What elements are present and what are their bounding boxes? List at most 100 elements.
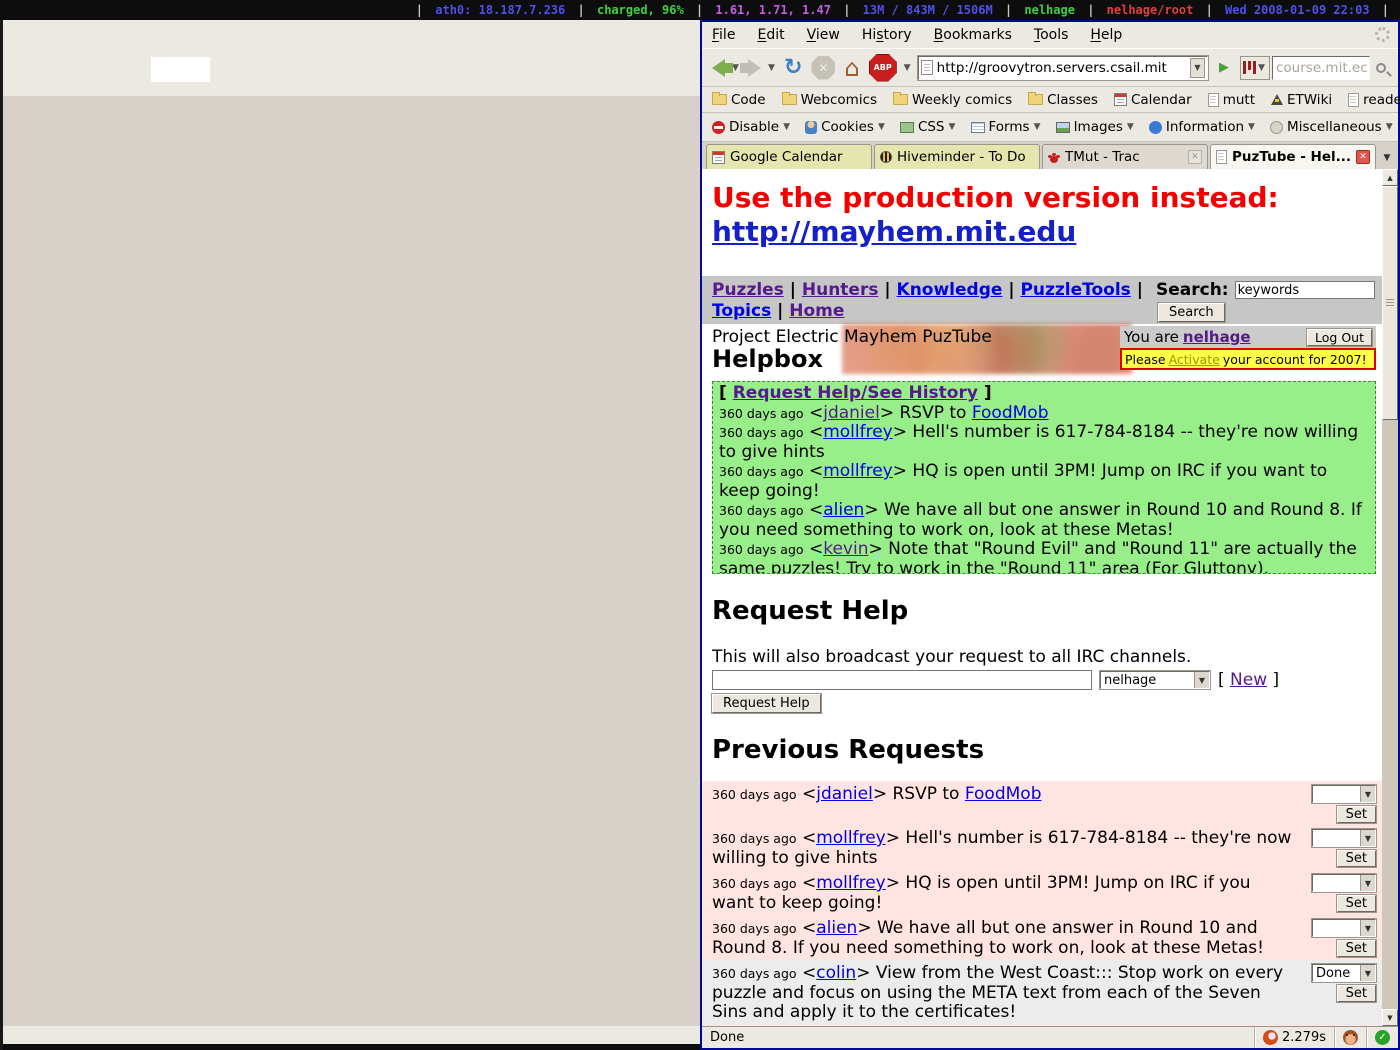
page-scrollbar[interactable]: ▲ ▼: [1382, 169, 1398, 1026]
webdev-information[interactable]: Information▼: [1149, 119, 1257, 135]
set-button[interactable]: Set: [1337, 940, 1376, 957]
user-link-mollfrey[interactable]: mollfrey: [823, 461, 893, 481]
search-engine-selector[interactable]: ▼: [1240, 56, 1270, 80]
bookmark-webcomics[interactable]: Webcomics: [782, 92, 877, 108]
home-button[interactable]: ⌂: [842, 53, 861, 83]
message-link-foodmob[interactable]: FoodMob: [972, 403, 1049, 423]
activate-link[interactable]: Activate: [1169, 352, 1220, 367]
status-select[interactable]: ▼: [1312, 919, 1376, 937]
set-button[interactable]: Set: [1337, 895, 1376, 912]
menu-bookmarks[interactable]: Bookmarks: [934, 27, 1012, 43]
webdev-dropdown[interactable]: ▼: [878, 122, 887, 132]
username-link[interactable]: nelhage: [1183, 328, 1251, 346]
url-history-dropdown[interactable]: ▼: [1190, 58, 1205, 78]
menu-tools[interactable]: Tools: [1034, 27, 1069, 43]
message-link-foodmob[interactable]: FoodMob: [965, 784, 1042, 804]
webdev-disable[interactable]: Disable▼: [712, 119, 792, 135]
fasterfox-panel[interactable]: 2.279s: [1254, 1027, 1334, 1048]
stop-button[interactable]: ✕: [809, 53, 837, 83]
user-link-alien[interactable]: alien: [823, 500, 864, 520]
webdev-dropdown[interactable]: ▼: [1034, 122, 1043, 132]
nav-link-hunters[interactable]: Hunters: [802, 280, 879, 300]
webdev-dropdown[interactable]: ▼: [783, 122, 792, 132]
url-text[interactable]: http://groovytron.servers.csail.mit: [937, 60, 1186, 76]
back-button[interactable]: [710, 53, 727, 83]
status-select[interactable]: Done▼: [1312, 964, 1376, 982]
greasemonkey-panel[interactable]: [1334, 1027, 1366, 1048]
user-link-mollfrey[interactable]: mollfrey: [823, 422, 893, 442]
status-select[interactable]: ▼: [1312, 785, 1376, 803]
user-link-colin[interactable]: colin: [816, 963, 856, 983]
set-button[interactable]: Set: [1337, 985, 1376, 1002]
scrollbar-thumb[interactable]: [1382, 186, 1398, 420]
user-link-alien[interactable]: alien: [816, 918, 857, 938]
webdev-dropdown[interactable]: ▼: [1127, 122, 1136, 132]
nav-link-topics[interactable]: Topics: [712, 301, 771, 321]
webdev-images[interactable]: Images▼: [1056, 119, 1136, 135]
webdev-forms[interactable]: Forms▼: [971, 119, 1043, 135]
user-link-jdaniel[interactable]: jdaniel: [823, 403, 880, 423]
tab-hiveminder-to-do[interactable]: Hiveminder - To Do: [874, 144, 1040, 169]
bookmark-calendar[interactable]: Calendar: [1114, 92, 1192, 108]
tab-close-button[interactable]: ✕: [1356, 150, 1370, 164]
nav-link-home[interactable]: Home: [789, 301, 844, 321]
tab-list-dropdown[interactable]: ▼: [1380, 147, 1394, 169]
webdev-miscellaneous[interactable]: Miscellaneous▼: [1270, 119, 1395, 135]
request-help-input[interactable]: [712, 670, 1092, 690]
webdev-cookies[interactable]: Cookies▼: [805, 119, 887, 135]
scrollbar-down-arrow[interactable]: ▼: [1382, 1009, 1398, 1026]
bookmark-classes[interactable]: Classes: [1028, 92, 1098, 108]
requester-select[interactable]: nelhage ▼: [1100, 671, 1210, 689]
reload-button[interactable]: ↻: [782, 53, 804, 83]
magnifier-icon[interactable]: [1376, 63, 1386, 73]
menu-view[interactable]: View: [807, 27, 840, 43]
user-link-mollfrey[interactable]: mollfrey: [816, 828, 886, 848]
tab-puztube-hel[interactable]: PuzTube - Hel...✕: [1210, 144, 1376, 169]
menu-help[interactable]: Help: [1090, 27, 1122, 43]
logout-button[interactable]: Log Out: [1307, 329, 1372, 346]
menu-file[interactable]: File: [712, 27, 735, 43]
tab-tmut-trac[interactable]: TMut - Trac✕: [1042, 144, 1208, 169]
sysbar-separator: |: [1377, 3, 1394, 17]
menu-history[interactable]: History: [862, 27, 912, 43]
forward-dropdown[interactable]: ▼: [768, 63, 777, 73]
adblock-button[interactable]: ABP: [867, 53, 899, 83]
webdev-dropdown[interactable]: ▼: [949, 122, 958, 132]
nav-link-puzzles[interactable]: Puzzles: [712, 280, 784, 300]
webdev-css[interactable]: CSS▼: [900, 119, 958, 135]
user-link-mollfrey[interactable]: mollfrey: [816, 873, 886, 893]
tab-google-calendar[interactable]: Google Calendar: [706, 144, 872, 169]
bookmark-reader[interactable]: reader: [1348, 92, 1400, 108]
set-button[interactable]: Set: [1337, 850, 1376, 867]
nav-link-puzzletools[interactable]: PuzzleTools: [1020, 280, 1130, 300]
bookmark-mutt[interactable]: mutt: [1208, 92, 1255, 108]
adblock-dropdown[interactable]: ▼: [904, 63, 913, 73]
bookmark-code[interactable]: Code: [712, 92, 766, 108]
url-bar[interactable]: http://groovytron.servers.csail.mit ▼: [918, 56, 1208, 80]
menu-edit[interactable]: Edit: [757, 27, 784, 43]
status-select[interactable]: ▼: [1312, 874, 1376, 892]
webdev-dropdown[interactable]: ▼: [1386, 122, 1395, 132]
banner-row: Project Electric Mayhem PuzTube Helpbox …: [702, 324, 1382, 374]
forward-button[interactable]: [746, 53, 763, 83]
bookmark-weekly-comics[interactable]: Weekly comics: [893, 92, 1012, 108]
bookmark-label: Webcomics: [801, 92, 877, 108]
set-button[interactable]: Set: [1337, 806, 1376, 823]
site-search-button[interactable]: Search: [1158, 303, 1225, 322]
user-link-jdaniel[interactable]: jdaniel: [816, 784, 873, 804]
new-requester-link[interactable]: New: [1230, 670, 1267, 690]
bookmark-etwiki[interactable]: ETWiki: [1271, 92, 1332, 108]
go-button[interactable]: ▶: [1213, 56, 1235, 80]
request-help-button[interactable]: Request Help: [712, 694, 821, 713]
scrollbar-up-arrow[interactable]: ▲: [1382, 169, 1398, 186]
status-select[interactable]: ▼: [1312, 829, 1376, 847]
browser-search-input[interactable]: course.mit.ec: [1272, 56, 1370, 80]
user-link-kevin[interactable]: kevin: [823, 539, 868, 559]
mayhem-link[interactable]: http://mayhem.mit.edu: [712, 215, 1076, 248]
tab-close-button[interactable]: ✕: [1188, 150, 1202, 164]
request-help-history-link[interactable]: Request Help/See History: [733, 383, 978, 403]
nav-link-knowledge[interactable]: Knowledge: [897, 280, 1003, 300]
status-check-panel[interactable]: ✓: [1366, 1027, 1398, 1048]
webdev-dropdown[interactable]: ▼: [1248, 122, 1257, 132]
site-search-input[interactable]: [1235, 281, 1375, 299]
